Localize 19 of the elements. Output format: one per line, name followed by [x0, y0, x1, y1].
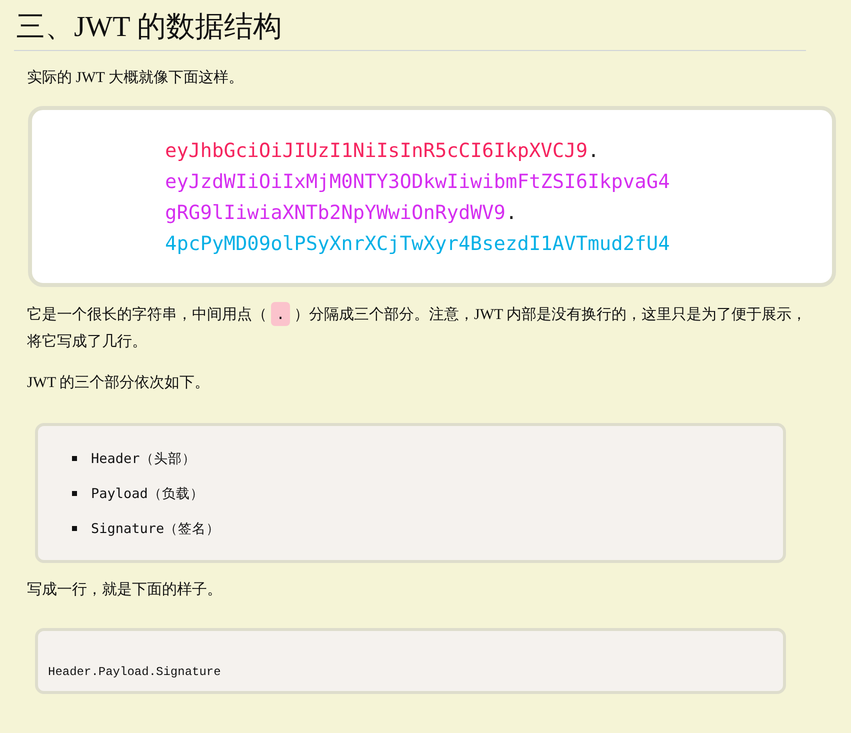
- token-text: .: [505, 200, 518, 224]
- bullet-icon: [72, 491, 77, 496]
- paragraph: 它是一个很长的字符串，中间用点（ . ）分隔成三个部分。注意，JWT 内部是没有换行的，这里只是为了便于展示，将它写成了几行。: [27, 301, 817, 356]
- token-text: .: [588, 138, 600, 162]
- paragraph: 写成一行，就是下面的样子。: [27, 580, 223, 600]
- list-item: Signature（签名）: [91, 520, 220, 538]
- token-text: eyJzdWIiOiIxMjM0NTY3ODkwIiwibmFtZSI6IkpvaG4: [165, 170, 670, 192]
- inline-code: .: [271, 302, 290, 326]
- code-text: Header.Payload.Signature: [48, 665, 221, 679]
- list-item: Payload（负载）: [91, 484, 204, 502]
- list-item: Header（头部）: [91, 450, 196, 468]
- token-text: eyJhbGciOiJIUzI1NiIsInR5cCI6IkpXVCJ9: [165, 138, 588, 162]
- bullet-icon: [72, 456, 77, 461]
- section-heading: 三、JWT 的数据结构: [14, 6, 806, 51]
- paragraph: JWT 的三个部分依次如下。: [27, 374, 211, 393]
- bullet-icon: [72, 526, 77, 531]
- token-text: gRG9lIiwiaXNTb2NpYWwiOnRydWV9: [165, 200, 506, 224]
- token-text: 4pcPyMD09olPSyXnrXCjTwXyr4BsezdI1AVTmud2fU4: [165, 232, 670, 254]
- paragraph: 实际的 JWT 大概就像下面这样。: [27, 68, 244, 88]
